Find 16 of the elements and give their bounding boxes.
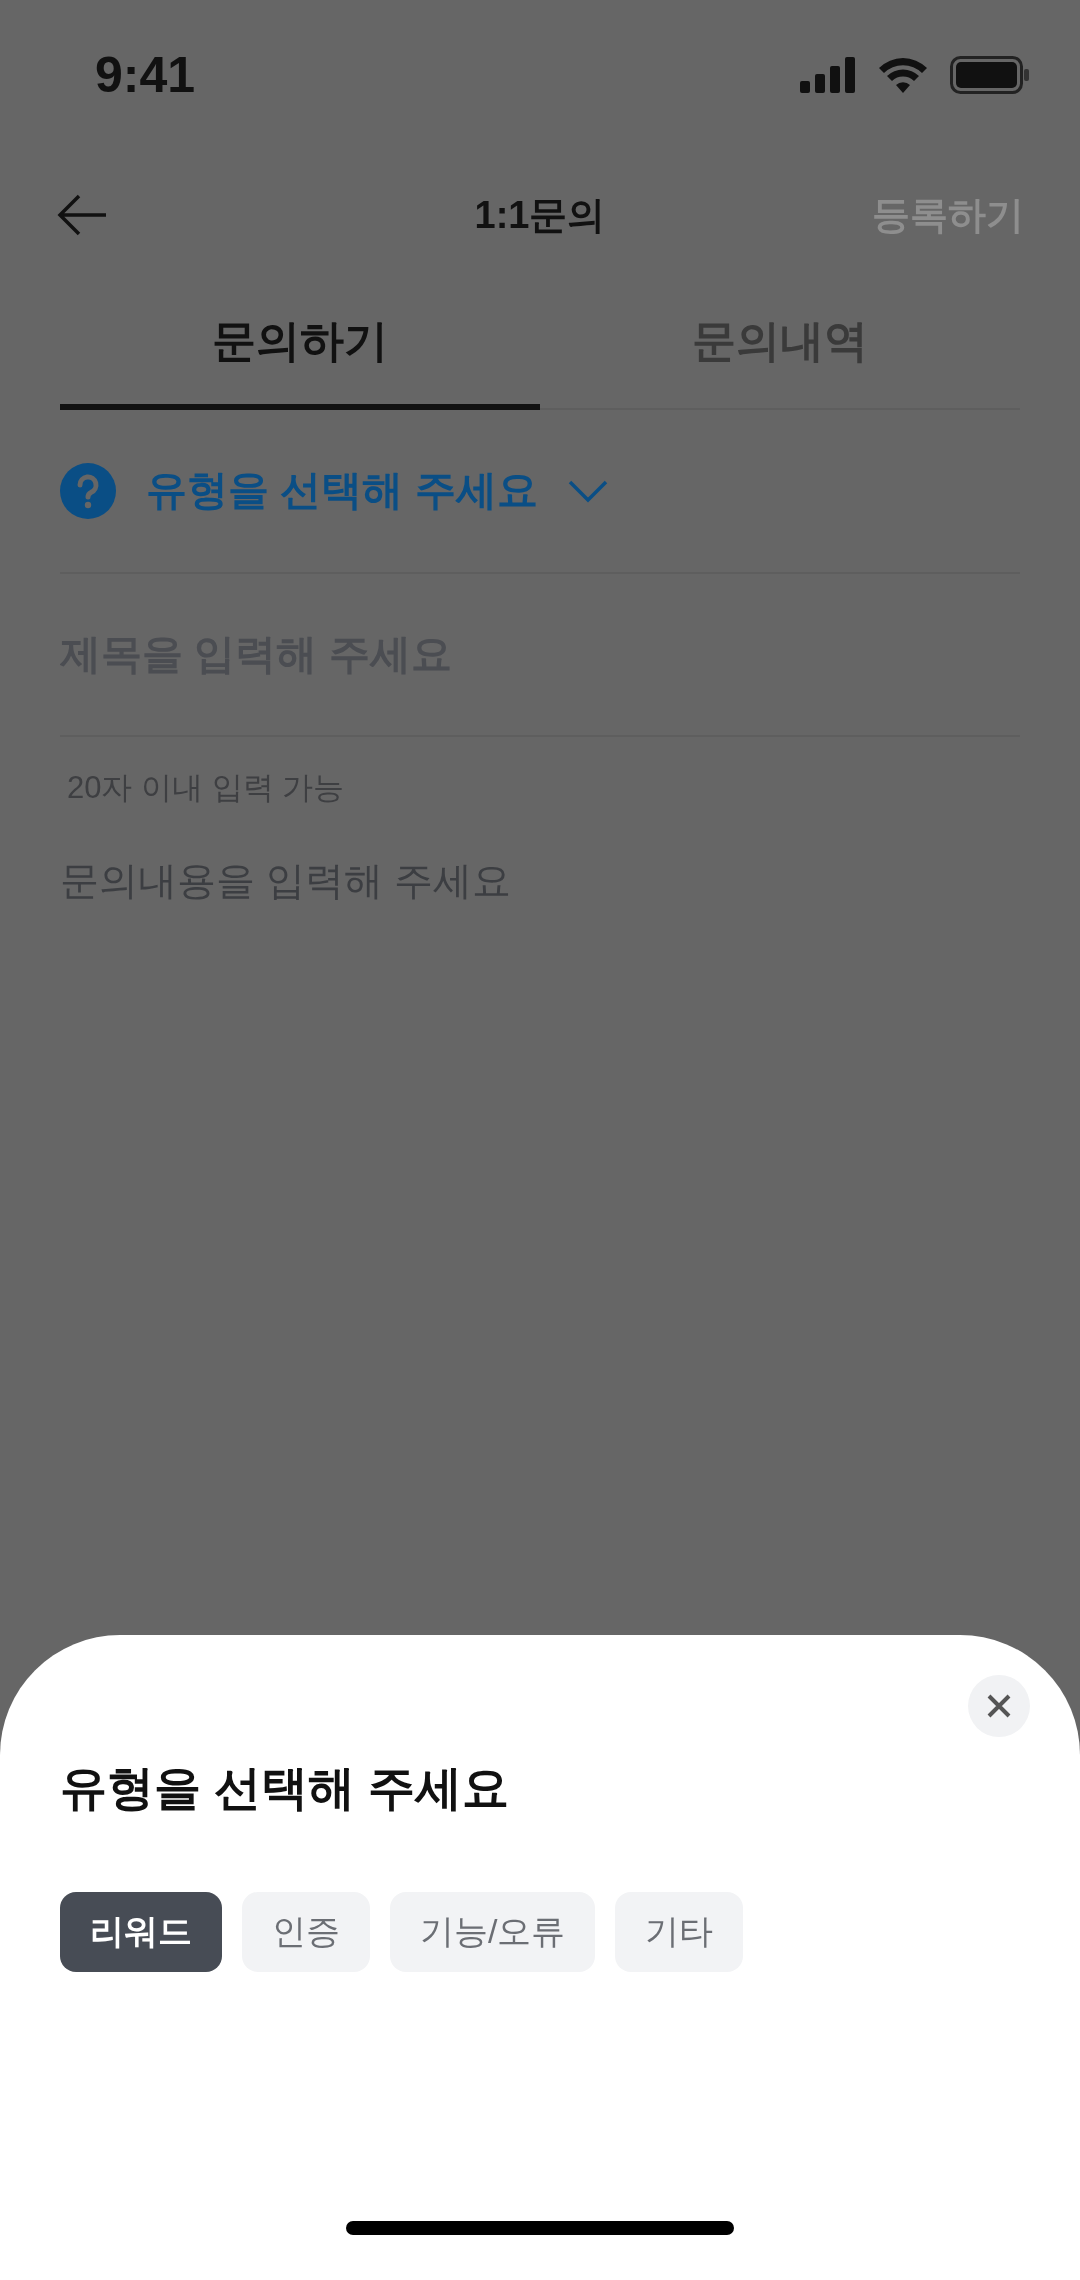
- question-icon: [60, 462, 116, 519]
- back-arrow-icon: [56, 193, 108, 237]
- category-chip[interactable]: 리워드: [60, 1891, 222, 1972]
- tab[interactable]: 문의하기: [60, 280, 540, 410]
- category-chip[interactable]: 기타: [615, 1891, 744, 1972]
- page-title: 1:1문의: [474, 192, 606, 238]
- back-button[interactable]: [56, 193, 108, 237]
- wifi-icon: [878, 57, 928, 93]
- battery-icon: [950, 56, 1030, 94]
- status-time: 9:41: [95, 45, 196, 105]
- category-chip[interactable]: 인증: [242, 1891, 370, 1972]
- sheet-title: 유형을 선택해 주세요: [60, 1760, 510, 1816]
- signal-icon: [800, 57, 856, 93]
- close-icon: [987, 1694, 1011, 1718]
- category-chip[interactable]: 기능/오류: [390, 1891, 596, 1972]
- chevron-down-icon: [567, 478, 608, 503]
